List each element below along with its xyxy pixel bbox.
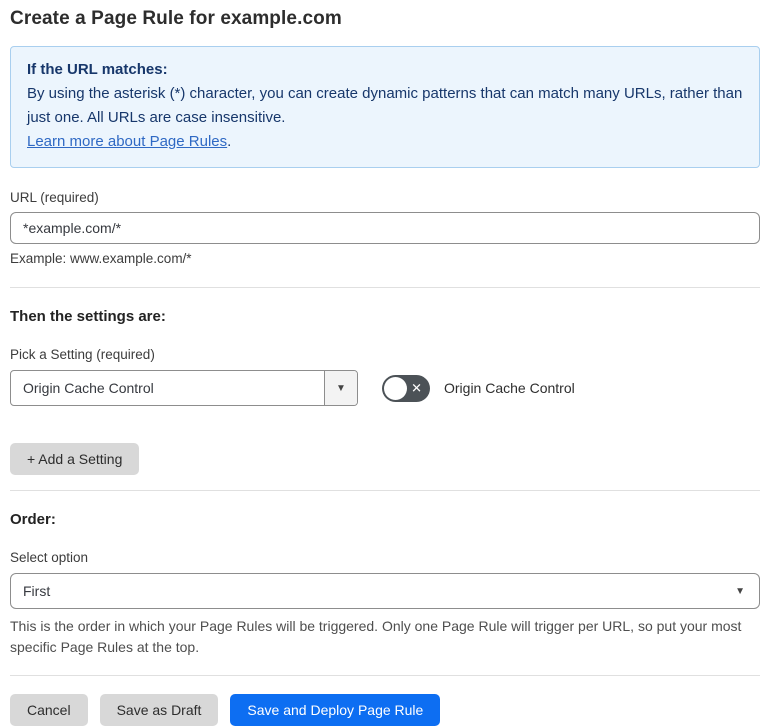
- link-suffix: .: [227, 133, 232, 150]
- cancel-button[interactable]: Cancel: [10, 694, 88, 726]
- page-title: Create a Page Rule for example.com: [10, 8, 342, 29]
- save-and-deploy-button[interactable]: Save and Deploy Page Rule: [230, 694, 441, 726]
- url-example-helper: Example: www.example.com/*: [10, 251, 192, 266]
- order-section-heading: Order:: [10, 511, 56, 528]
- save-as-draft-button[interactable]: Save as Draft: [99, 694, 219, 726]
- url-input[interactable]: [10, 212, 760, 244]
- divider: [10, 490, 760, 491]
- setting-select-arrow-button[interactable]: ▼: [324, 371, 357, 405]
- add-setting-button[interactable]: + Add a Setting: [10, 443, 140, 475]
- chevron-down-icon: ▼: [336, 382, 346, 394]
- origin-cache-toggle-wrap: ✕ Origin Cache Control: [382, 374, 575, 402]
- toggle-knob: [384, 376, 407, 400]
- settings-section-heading: Then the settings are:: [10, 308, 166, 325]
- info-box-heading: If the URL matches:: [27, 61, 168, 78]
- setting-select-value: Origin Cache Control: [23, 380, 154, 396]
- learn-more-link[interactable]: Learn more about Page Rules: [27, 133, 227, 150]
- order-help-text: This is the order in which your Page Rul…: [10, 618, 742, 655]
- page-rule-form: Create a Page Rule for example.com If th…: [0, 0, 770, 726]
- setting-row: Origin Cache Control ▼ ✕ Origin Cache Co…: [10, 370, 760, 406]
- url-match-info-box: If the URL matches: By using the asteris…: [10, 46, 760, 168]
- chevron-down-icon: ▼: [735, 585, 745, 597]
- divider: [10, 675, 760, 676]
- url-field-label: URL (required): [10, 190, 99, 205]
- order-select-label: Select option: [10, 550, 89, 565]
- origin-cache-toggle[interactable]: ✕: [382, 374, 430, 402]
- pick-setting-label: Pick a Setting (required): [10, 347, 155, 362]
- info-box-link-line: Learn more about Page Rules.: [27, 130, 743, 154]
- setting-select[interactable]: Origin Cache Control ▼: [10, 370, 358, 406]
- order-select[interactable]: First ▼: [10, 573, 760, 609]
- toggle-off-x-icon: ✕: [411, 380, 422, 396]
- info-box-body: By using the asterisk (*) character, you…: [27, 85, 743, 126]
- toggle-label: Origin Cache Control: [444, 380, 575, 396]
- order-select-value: First: [23, 583, 51, 599]
- divider: [10, 287, 760, 288]
- footer-actions: Cancel Save as Draft Save and Deploy Pag…: [10, 694, 760, 726]
